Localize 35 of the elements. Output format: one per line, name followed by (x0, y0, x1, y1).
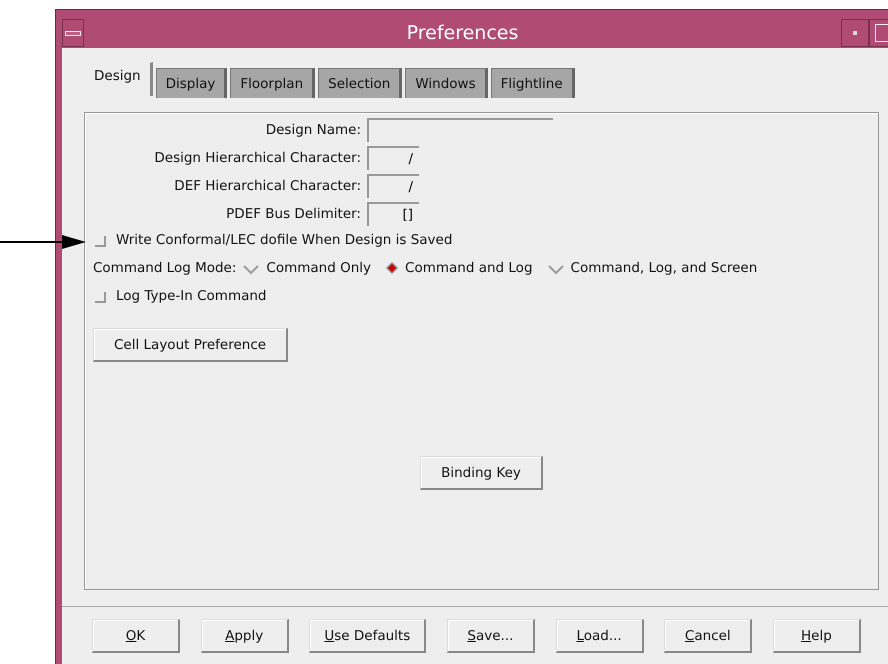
tab[interactable]: Flightline (490, 68, 575, 98)
text-field[interactable] (367, 118, 553, 142)
field-label: DEF Hierarchical Character: (173, 178, 361, 194)
checkbox-label: Log Type-In Command (116, 288, 266, 304)
checkbox[interactable] (95, 236, 106, 246)
tab[interactable]: Floorplan (230, 68, 316, 98)
radio-group-label: Command Log Mode: (93, 260, 236, 276)
window-title: Preferences (406, 22, 520, 44)
minimize-button[interactable] (841, 19, 869, 47)
radio-label: Command and Log (405, 260, 533, 276)
field-label: PDEF Bus Delimiter: (225, 206, 361, 222)
text-field[interactable]: / (367, 174, 419, 198)
pointer-arrow-icon (0, 235, 86, 249)
dialog-button[interactable]: Load... (556, 619, 644, 653)
tab[interactable]: Windows (405, 68, 488, 98)
checkbox-label: Write Conformal/LEC dofile When Design is Saved (116, 232, 452, 248)
field-label: Design Hierarchical Character: (153, 150, 361, 166)
dialog-button[interactable]: Use Defaults (309, 619, 426, 653)
checkbox[interactable] (95, 292, 106, 302)
text-field[interactable]: [] (367, 202, 419, 226)
binding-key-button[interactable]: Binding Key (420, 456, 543, 490)
dialog-button[interactable]: Cancel (664, 619, 752, 653)
radio-button[interactable] (385, 261, 400, 275)
text-field[interactable]: / (367, 146, 419, 170)
radio-label: Command Only (266, 260, 372, 276)
window-menu-button[interactable] (62, 19, 84, 47)
cell-layout-button[interactable]: Cell Layout Preference (93, 328, 288, 362)
dialog-button[interactable]: Apply (200, 619, 289, 653)
radio-label: Command, Log, and Screen (570, 260, 758, 276)
field-label: Design Name: (264, 122, 361, 138)
dialog-button[interactable]: OK (92, 619, 180, 653)
dialog-button[interactable]: Help (772, 619, 861, 653)
tab[interactable]: Display (156, 68, 228, 98)
tab[interactable]: Selection (318, 68, 402, 98)
dialog-button[interactable]: Save... (446, 619, 535, 653)
